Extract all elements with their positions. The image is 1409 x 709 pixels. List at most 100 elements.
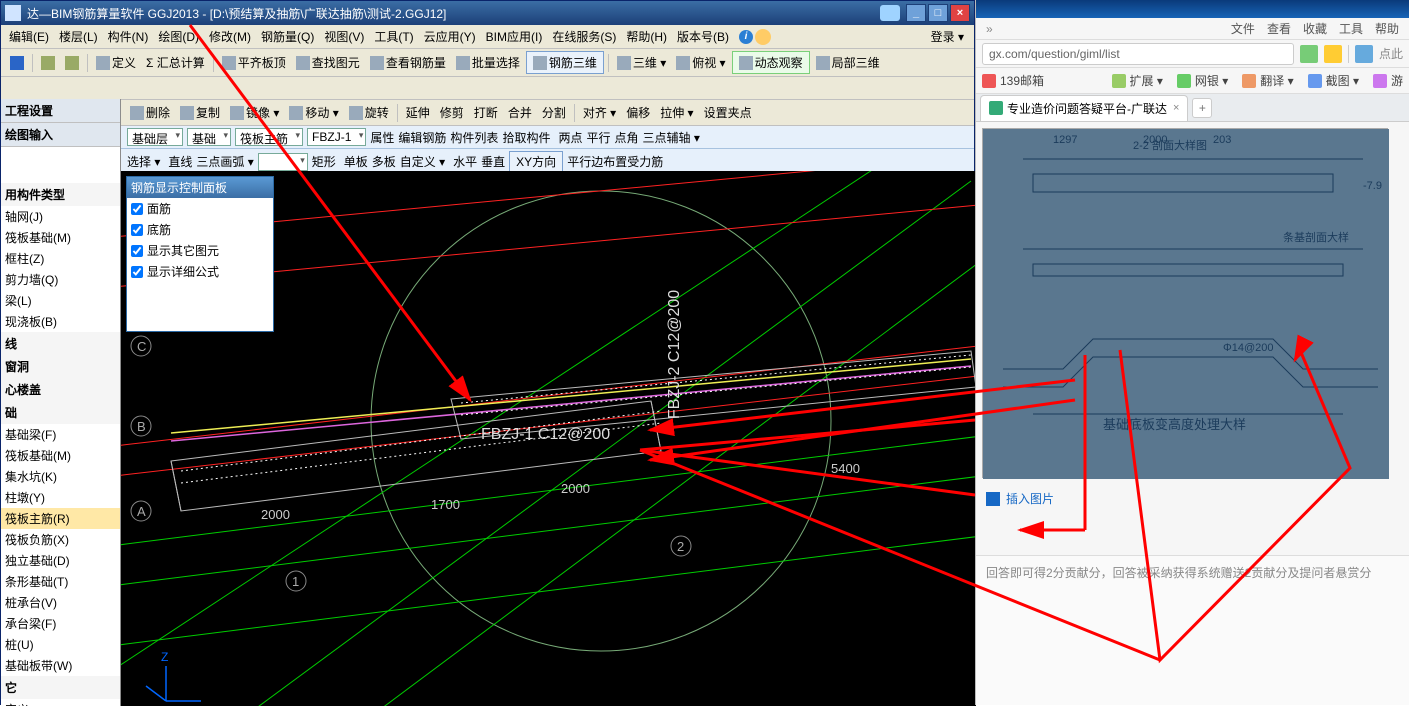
sidebar-group-project[interactable]: 工程设置 xyxy=(1,99,120,123)
menu-view[interactable]: 视图(V) xyxy=(320,26,368,47)
attr-button[interactable]: 属性 xyxy=(370,129,394,146)
level-button[interactable]: 水平 xyxy=(453,153,477,170)
close-button[interactable]: × xyxy=(950,4,970,22)
local3d-button[interactable]: 局部三维 xyxy=(812,52,884,73)
single-button[interactable]: 单板 xyxy=(344,153,368,170)
merge-button[interactable]: 合并 xyxy=(504,102,536,123)
raft-dropdown[interactable]: 筏板主筋 xyxy=(235,128,303,146)
login-dropdown[interactable]: 登录 ▾ xyxy=(925,26,970,47)
go-hint[interactable]: 点此 xyxy=(1379,45,1403,62)
menu-draw[interactable]: 绘图(D) xyxy=(154,26,203,47)
vert-button[interactable]: 垂直 xyxy=(481,153,505,170)
menu-tool[interactable]: 工具(T) xyxy=(370,26,417,47)
edit-rebar-button[interactable]: 编辑钢筋 xyxy=(398,129,446,146)
ext-link[interactable]: 扩展 ▾ xyxy=(1112,72,1163,89)
place-button[interactable]: 平行边布置受力筋 xyxy=(567,153,663,170)
multi-button[interactable]: 多板 xyxy=(372,153,396,170)
menu-floor[interactable]: 楼层(L) xyxy=(55,26,102,47)
paw-icon[interactable] xyxy=(1355,45,1373,63)
drawing-canvas[interactable]: A B C 1 2 2000 1700 2000 5400 FBZJ-1 C12… xyxy=(121,171,976,706)
extend-button[interactable]: 延伸 xyxy=(402,102,434,123)
rotate-button[interactable]: 旋转 xyxy=(345,102,393,123)
sidebar-item-pile[interactable]: 桩(U) xyxy=(1,634,120,655)
menu-edit[interactable]: 编辑(E) xyxy=(5,26,53,47)
twopt-button[interactable]: 两点 xyxy=(558,129,582,146)
mail-link[interactable]: 139邮箱 xyxy=(982,72,1044,89)
parallel-button[interactable]: 平行 xyxy=(586,129,610,146)
pick-button[interactable]: 拾取构件 xyxy=(502,129,550,146)
basis-dropdown[interactable]: 基础 xyxy=(187,128,231,146)
menu-bim[interactable]: BIM应用(I) xyxy=(482,26,547,47)
ptang-button[interactable]: 点角 xyxy=(614,129,638,146)
trans-link[interactable]: 翻译 ▾ xyxy=(1242,72,1293,89)
sidebar-item-pilecap[interactable]: 桩承台(V) xyxy=(1,592,120,613)
split-button[interactable]: 分割 xyxy=(538,102,570,123)
sidebar-item-strip[interactable]: 条形基础(T) xyxy=(1,571,120,592)
bmenu-tool[interactable]: 工具 xyxy=(1339,20,1363,37)
new-tab-button[interactable]: + xyxy=(1192,98,1212,118)
grip-button[interactable]: 设置夹点 xyxy=(700,102,756,123)
sidebar-item-raft-m[interactable]: 筏板基础(M) xyxy=(1,227,120,248)
flat-button[interactable]: 平齐板顶 xyxy=(218,52,290,73)
bmenu-fav[interactable]: 收藏 xyxy=(1303,20,1327,37)
dynview-button[interactable]: 动态观察 xyxy=(732,51,810,74)
custom-button[interactable]: 自定义 ▾ xyxy=(400,153,445,170)
sidebar-item-raft-main[interactable]: 筏板主筋(R) xyxy=(1,508,120,529)
tab-close-icon[interactable]: × xyxy=(1173,102,1179,114)
panel-check-detail[interactable]: 显示详细公式 xyxy=(127,261,273,282)
sidebar-item-raft-neg[interactable]: 筏板负筋(X) xyxy=(1,529,120,550)
delete-button[interactable]: 删除 xyxy=(126,102,174,123)
sidebar-item-iso[interactable]: 独立基础(D) xyxy=(1,550,120,571)
bmenu-help[interactable]: 帮助 xyxy=(1375,20,1399,37)
sidebar-item-beam[interactable]: 梁(L) xyxy=(1,290,120,311)
mirror-button[interactable]: 镜像 ▾ xyxy=(226,102,283,123)
complist-button[interactable]: 构件列表 xyxy=(450,129,498,146)
sidebar-item-pier[interactable]: 柱墩(Y) xyxy=(1,487,120,508)
trim-button[interactable]: 修剪 xyxy=(436,102,468,123)
info-icon[interactable]: i xyxy=(739,30,753,44)
sidebar-item-foundbeam[interactable]: 基础梁(F) xyxy=(1,424,120,445)
bmenu-file[interactable]: 文件 xyxy=(1231,20,1255,37)
menu-online[interactable]: 在线服务(S) xyxy=(548,26,620,47)
url-input[interactable]: gx.com/question/giml/list xyxy=(982,43,1294,65)
menu-cloud[interactable]: 云应用(Y) xyxy=(420,26,480,47)
define-button[interactable]: 定义 xyxy=(92,52,140,73)
sidebar-item-raft2[interactable]: 筏板基础(M) xyxy=(1,445,120,466)
offset-button[interactable]: 偏移 xyxy=(622,102,654,123)
sidebar-item-col[interactable]: 框柱(Z) xyxy=(1,248,120,269)
rect-button[interactable]: 矩形 xyxy=(312,153,336,170)
arc3-button[interactable]: 三点画弧 ▾ xyxy=(196,153,253,170)
undo-button[interactable] xyxy=(37,54,59,72)
stretch-button[interactable]: 拉伸 ▾ xyxy=(656,102,697,123)
menu-component[interactable]: 构件(N) xyxy=(104,26,153,47)
align-button[interactable]: 对齐 ▾ xyxy=(579,102,620,123)
menu-modify[interactable]: 修改(M) xyxy=(205,26,255,47)
move-button[interactable]: 移动 ▾ xyxy=(285,102,342,123)
break-button[interactable]: 打断 xyxy=(470,102,502,123)
threept-button[interactable]: 三点辅轴 ▾ xyxy=(643,129,700,146)
sidebar-item-capbeam[interactable]: 承台梁(F) xyxy=(1,613,120,634)
maximize-button[interactable]: □ xyxy=(928,4,948,22)
sum-button[interactable]: Σ 汇总计算 xyxy=(142,52,209,73)
avatar-icon[interactable] xyxy=(755,29,771,45)
shot-link[interactable]: 截图 ▾ xyxy=(1308,72,1359,89)
save-button[interactable] xyxy=(6,54,28,72)
panel-check-top[interactable]: 面筋 xyxy=(127,198,273,219)
rebar-display-panel[interactable]: 钢筋显示控制面板 面筋 底筋 显示其它图元 显示详细公式 xyxy=(126,176,274,332)
lightning-icon[interactable] xyxy=(1324,45,1342,63)
sidebar-item-wall[interactable]: 剪力墙(Q) xyxy=(1,269,120,290)
find-button[interactable]: 查找图元 xyxy=(292,52,364,73)
sidebar-item-pit[interactable]: 集水坑(K) xyxy=(1,466,120,487)
batch-button[interactable]: 批量选择 xyxy=(452,52,524,73)
sidebar-item-strip2[interactable]: 基础板带(W) xyxy=(1,655,120,676)
panel-check-bottom[interactable]: 底筋 xyxy=(127,219,273,240)
topview-button[interactable]: 俯视 ▾ xyxy=(672,52,729,73)
game-link[interactable]: 游 xyxy=(1373,72,1403,89)
blank-dropdown[interactable] xyxy=(258,153,308,171)
select-button[interactable]: 选择 ▾ xyxy=(127,153,160,170)
floor-dropdown[interactable]: 基础层 xyxy=(127,128,183,146)
tab-active[interactable]: 专业造价问题答疑平台-广联达 × xyxy=(980,95,1188,121)
3d-button[interactable]: 三维 ▾ xyxy=(613,52,670,73)
panel-check-other[interactable]: 显示其它图元 xyxy=(127,240,273,261)
sidebar-group-draw[interactable]: 绘图输入 xyxy=(1,123,120,147)
